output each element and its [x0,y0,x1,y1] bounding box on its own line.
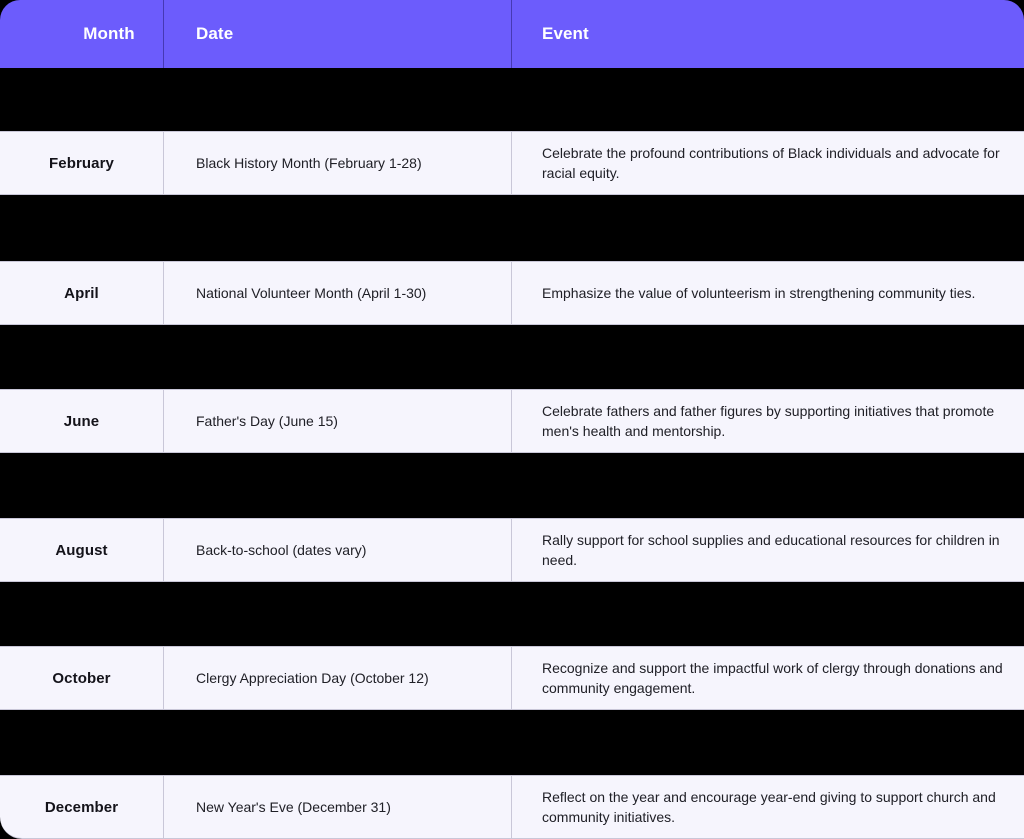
events-table: Month Date Event February Black History … [0,0,1024,839]
cell-month: October [0,647,163,709]
cell-month: August [0,519,163,581]
table-row[interactable]: August Back-to-school (dates vary) Rally… [0,518,1024,582]
cell-event: Celebrate fathers and father figures by … [512,390,1024,452]
month-value: December [44,798,119,816]
month-value: April [64,284,99,302]
date-value: Clergy Appreciation Day (October 12) [196,670,429,686]
date-value: Back-to-school (dates vary) [196,542,367,558]
month-value: August [55,541,108,559]
month-value: February [49,154,114,172]
month-value: October [52,669,111,687]
cell-date: Black History Month (February 1-28) [164,132,511,194]
table-row[interactable]: October Clergy Appreciation Day (October… [0,646,1024,710]
cell-date: Father's Day (June 15) [164,390,511,452]
table-header-row: Month Date Event [0,0,1024,68]
column-header-date-label: Date [196,24,234,43]
column-header-date[interactable]: Date [164,0,511,68]
cell-event: Recognize and support the impactful work… [512,647,1024,709]
table-row[interactable]: June Father's Day (June 15) Celebrate fa… [0,389,1024,453]
cell-event: Reflect on the year and encourage year-e… [512,776,1024,838]
month-value: June [63,412,100,430]
table-row[interactable]: April National Volunteer Month (April 1-… [0,261,1024,325]
cell-event: Celebrate the profound contributions of … [512,132,1024,194]
date-value: National Volunteer Month (April 1-30) [196,285,427,301]
column-header-event[interactable]: Event [512,0,1024,68]
date-value: Father's Day (June 15) [196,413,338,429]
cell-month: February [0,132,163,194]
date-value: New Year's Eve (December 31) [196,799,391,815]
cell-date: New Year's Eve (December 31) [164,776,511,838]
cell-date: Back-to-school (dates vary) [164,519,511,581]
event-value: Rally support for school supplies and ed… [542,531,1000,568]
date-value: Black History Month (February 1-28) [196,155,422,171]
event-value: Celebrate fathers and father figures by … [542,402,995,439]
cell-date: Clergy Appreciation Day (October 12) [164,647,511,709]
event-value: Recognize and support the impactful work… [542,659,1003,696]
column-header-event-label: Event [542,23,589,43]
cell-date: National Volunteer Month (April 1-30) [164,262,511,324]
cell-month: December [0,776,163,838]
cell-month: June [0,390,163,452]
column-header-month-label: Month [83,24,135,43]
table-row[interactable]: February Black History Month (February 1… [0,131,1024,195]
cell-event: Emphasize the value of volunteerism in s… [512,262,1024,324]
event-value: Celebrate the profound contributions of … [542,144,1000,181]
event-value: Reflect on the year and encourage year-e… [542,788,996,825]
table-row[interactable]: December New Year's Eve (December 31) Re… [0,775,1024,839]
column-header-month[interactable]: Month [0,0,163,68]
cell-month: April [0,262,163,324]
cell-event: Rally support for school supplies and ed… [512,519,1024,581]
event-value: Emphasize the value of volunteerism in s… [542,284,976,301]
